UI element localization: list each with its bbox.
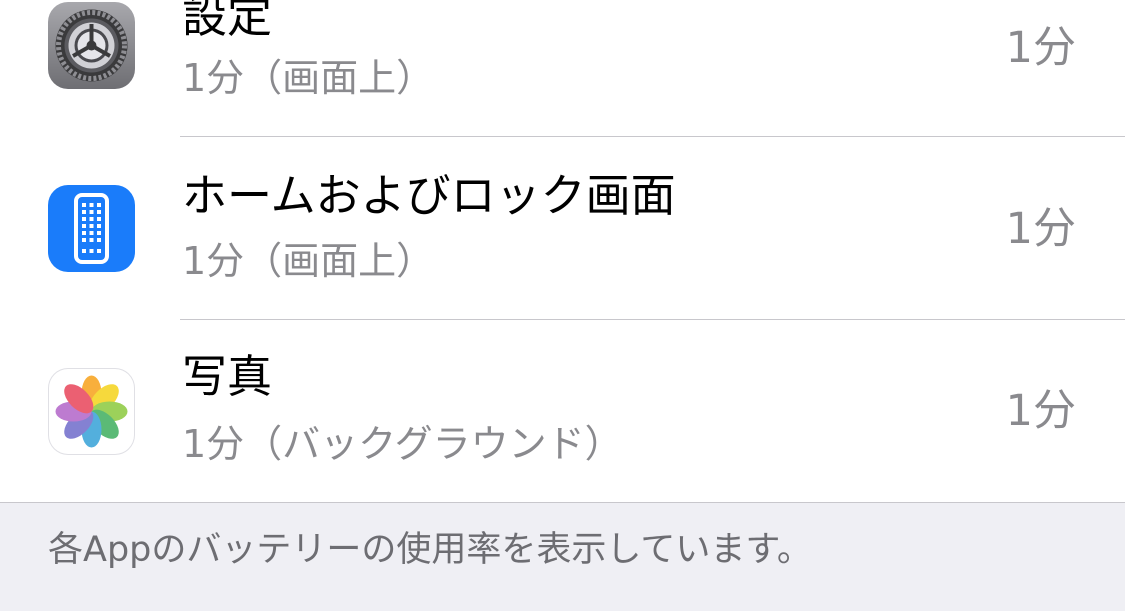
app-name: 写真: [182, 350, 273, 403]
photos-flower-graphic: [55, 375, 128, 448]
app-row-photos[interactable]: 写真 1分（バックグラウンド） 1分: [0, 320, 1125, 503]
phone-graphic: [74, 193, 109, 264]
app-usage-detail: 1分（バックグラウンド）: [182, 422, 623, 466]
settings-gear-icon: [48, 2, 135, 89]
app-usage-time: 1分: [1005, 204, 1076, 254]
app-name: 設定: [182, 0, 273, 43]
section-footer: 各Appのバッテリーの使用率を表示しています。: [0, 502, 1125, 611]
app-usage-detail: 1分（画面上）: [182, 56, 435, 100]
footer-note: 各Appのバッテリーの使用率を表示しています。: [48, 530, 812, 570]
battery-usage-screen: 設定 1分（画面上） 1分 ホームおよびロック画面 1分（画面上） 1分 写真 …: [0, 0, 1125, 611]
app-row-settings[interactable]: 設定 1分（画面上） 1分: [0, 0, 1125, 136]
settings-gear-graphic: [55, 9, 128, 82]
home-lock-screen-phone-icon: [48, 185, 135, 272]
app-usage-detail: 1分（画面上）: [182, 239, 435, 283]
app-name: ホームおよびロック画面: [182, 169, 676, 222]
photos-flower-icon: [48, 368, 135, 455]
app-usage-time: 1分: [1005, 23, 1076, 73]
app-usage-time: 1分: [1005, 386, 1076, 436]
app-row-home-lock-screen[interactable]: ホームおよびロック画面 1分（画面上） 1分: [0, 137, 1125, 320]
